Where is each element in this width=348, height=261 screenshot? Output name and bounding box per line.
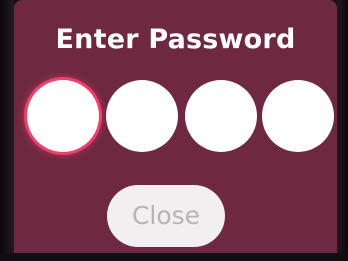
- pin-digit-1[interactable]: [27, 80, 99, 152]
- pin-digit-2[interactable]: [106, 80, 178, 152]
- tv-bezel-left: [0, 0, 14, 261]
- pin-digit-4[interactable]: [262, 80, 334, 152]
- pin-digit-3[interactable]: [185, 80, 257, 152]
- dialog-title: Enter Password: [55, 24, 296, 55]
- pin-input-group: [24, 80, 336, 156]
- tv-bezel-bottom: [0, 253, 348, 261]
- tv-bezel-right: [337, 0, 348, 261]
- close-button[interactable]: Close: [107, 185, 225, 247]
